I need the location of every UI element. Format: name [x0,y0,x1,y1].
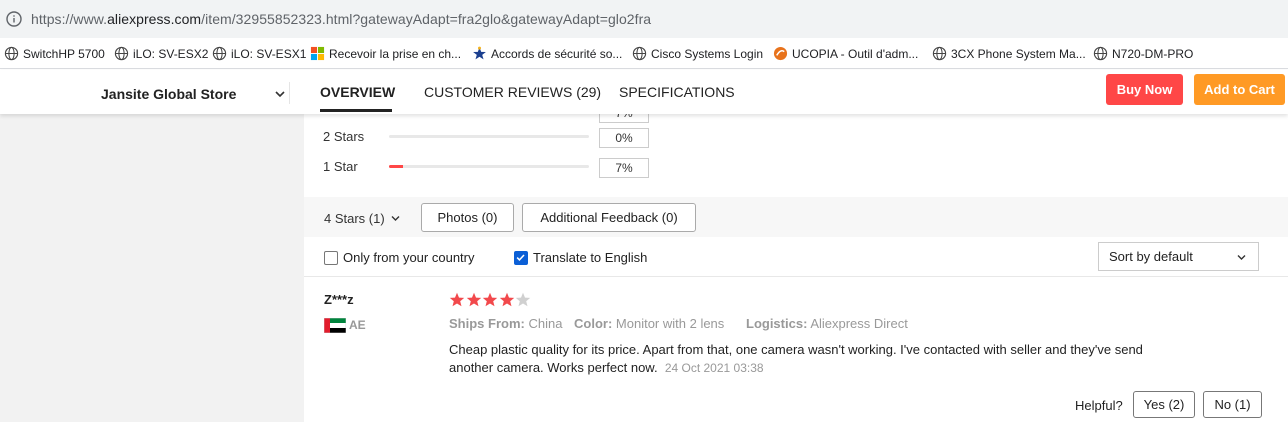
star-icon [482,292,498,307]
tab-overview[interactable]: OVERVIEW [320,84,395,100]
rating-bar-fill [389,165,403,168]
globe-icon [632,46,647,61]
globe-icon [114,46,129,61]
rating-pct-1-star: 7% [599,158,649,178]
buy-now-button[interactable]: Buy Now [1106,74,1183,105]
tab-customer-reviews[interactable]: CUSTOMER REVIEWS (29) [424,84,601,100]
only-country-checkbox[interactable] [324,251,338,265]
bookmark-ilo-esx2[interactable]: iLO: SV-ESX2 [114,38,208,69]
globe-icon [212,46,227,61]
active-tab-indicator [320,109,392,112]
reviewer-name: Z***z [324,292,354,307]
rating-label-2-stars: 2 Stars [323,129,365,144]
add-to-cart-button[interactable]: Add to Cart [1194,74,1285,105]
helpful-no-button[interactable]: No (1) [1203,391,1262,418]
divider [289,82,290,104]
rating-bar-2-stars [389,135,589,138]
reviewer-country: AE [349,318,366,332]
store-name[interactable]: Jansite Global Store [101,86,236,102]
only-country-label[interactable]: Only from your country [343,250,475,265]
bookmark-switchhp[interactable]: SwitchHP 5700 [4,38,105,69]
chevron-down-icon [391,216,400,221]
chevron-down-icon[interactable] [274,89,286,99]
tab-specifications[interactable]: SPECIFICATIONS [619,84,735,100]
store-header: Jansite Global Store OVERVIEW CUSTOMER R… [0,70,1288,114]
helpful-yes-button[interactable]: Yes (2) [1133,391,1195,418]
star-icon [515,292,531,307]
left-gutter [0,114,304,422]
rating-pct-2-stars: 0% [599,128,649,148]
globe-icon [932,46,947,61]
review-date: 24 Oct 2021 03:38 [664,361,764,375]
star-badge-icon [473,46,486,60]
globe-icon [4,46,19,61]
sort-dropdown[interactable]: Sort by default [1098,242,1259,271]
bookmark-ilo-esx1[interactable]: iLO: SV-ESX1 [212,38,306,69]
translate-label[interactable]: Translate to English [533,250,647,265]
bookmark-recevoir[interactable]: Recevoir la prise en ch... [310,38,461,69]
star-icon [449,292,465,307]
checkmark-icon [516,254,525,261]
bookmark-ucopia[interactable]: UCOPIA - Outil d'adm... [773,38,918,69]
star-filter-dropdown[interactable]: 4 Stars (1) [324,211,400,226]
rating-label-1-star: 1 Star [323,159,358,174]
chevron-down-icon [1237,255,1246,260]
ucopia-icon [773,46,788,61]
windows-logo-icon [310,46,325,61]
bookmark-n720[interactable]: N720-DM-PRO [1093,38,1193,69]
helpful-label: Helpful? [1075,398,1123,413]
review-text: Cheap plastic quality for its price. Apa… [449,342,1143,375]
bookmark-3cx[interactable]: 3CX Phone System Ma... [932,38,1086,69]
bookmarks-bar: SwitchHP 5700 iLO: SV-ESX2 iLO: SV-ESX1 … [0,38,1288,69]
url-text[interactable]: https://www.aliexpress.com/item/32955852… [31,11,651,27]
review-star-rating [449,292,532,307]
bookmark-cisco[interactable]: Cisco Systems Login [632,38,763,69]
uae-flag-icon [324,318,346,333]
lock-icon [6,11,22,27]
color-option: Color: Monitor with 2 lens [574,316,725,331]
additional-feedback-button[interactable]: Additional Feedback (0) [522,203,696,232]
photos-filter-button[interactable]: Photos (0) [421,203,514,232]
divider [304,276,1288,277]
ships-from: Ships From: China [449,316,563,331]
star-icon [466,292,481,307]
bookmark-accords[interactable]: Accords de sécurité so... [472,38,622,69]
globe-icon [1093,46,1108,61]
star-icon [499,292,514,307]
address-bar[interactable]: https://www.aliexpress.com/item/32955852… [0,0,1288,38]
translate-checkbox[interactable] [514,251,528,265]
rating-bar-1-star [389,165,589,168]
logistics: Logistics: Aliexpress Direct [746,316,908,331]
